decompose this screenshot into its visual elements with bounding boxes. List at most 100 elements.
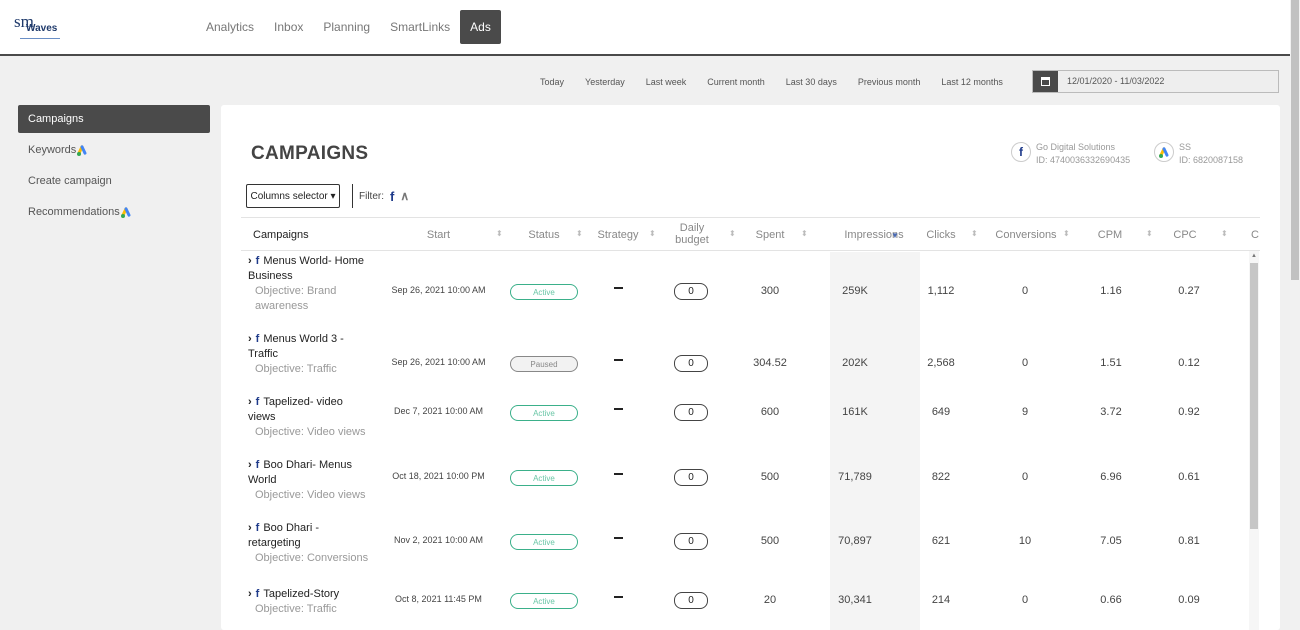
sidebar: Campaigns Keywords Create campaign Recommen… — [18, 105, 210, 229]
facebook-icon: f — [255, 459, 260, 471]
table-row[interactable]: › f Tapelized-Story Objective: Traffic Oct 8… — [241, 587, 1249, 630]
sidebar-item-create-campaign[interactable]: Create campaign — [18, 167, 210, 195]
smwaves-logo[interactable]: sm Waves — [14, 12, 74, 44]
date-preset-last-week[interactable]: Last week — [646, 77, 687, 87]
campaign-cell: › f Tapelized- video views Objective: Video… — [248, 395, 373, 440]
date-preset-last-12-months[interactable]: Last 12 months — [941, 77, 1003, 87]
calendar-button[interactable] — [1033, 71, 1058, 92]
column-header-campaigns[interactable]: Campaigns — [241, 218, 376, 251]
campaign-name-text: Tapelized-Story — [263, 588, 340, 600]
sort-icon[interactable]: ⬍ — [576, 229, 583, 238]
daily-budget-input[interactable]: 0 — [674, 355, 708, 372]
facebook-icon: f — [255, 522, 260, 534]
expand-chevron-icon[interactable]: › — [248, 396, 252, 408]
impressions-value: 161K — [842, 406, 868, 418]
cpc-value: 0.27 — [1178, 285, 1200, 297]
sort-icon[interactable]: ⬍ — [1146, 229, 1153, 238]
campaign-name[interactable]: › f Boo Dhari- Menus World — [248, 458, 373, 488]
expand-chevron-icon[interactable]: › — [248, 333, 252, 345]
column-header-daily-budget[interactable]: Daily budget — [672, 217, 712, 250]
campaign-name-text: Menus World 3 - Traffic — [248, 333, 344, 360]
conversions-value: 10 — [1018, 535, 1032, 547]
status-badge[interactable]: Active — [510, 284, 578, 300]
campaign-name-text: Tapelized- video views — [248, 396, 343, 423]
status-badge[interactable]: Paused — [510, 356, 578, 372]
sidebar-item-label: Recommendations — [28, 206, 120, 218]
campaign-name[interactable]: › f Tapelized-Story — [248, 587, 373, 602]
sort-icon[interactable]: ⬍ — [801, 229, 808, 238]
nav-inbox[interactable]: Inbox — [264, 10, 313, 44]
date-preset-today[interactable]: Today — [540, 77, 564, 87]
campaign-name-text: Boo Dhari- Menus World — [248, 459, 352, 486]
start-date: Oct 18, 2021 10:00 PM — [392, 471, 485, 481]
sort-icon[interactable]: ⬍ — [971, 229, 978, 238]
table-row[interactable]: › f Menus World 3 - Traffic Objective: Traf… — [241, 332, 1249, 392]
daily-budget-input[interactable]: 0 — [674, 469, 708, 486]
start-date: Nov 2, 2021 10:00 AM — [393, 535, 484, 545]
date-preset-previous-month[interactable]: Previous month — [858, 77, 921, 87]
date-range-picker[interactable]: 12/01/2020 - 11/03/2022 — [1032, 70, 1279, 93]
nav-analytics[interactable]: Analytics — [196, 10, 264, 44]
daily-budget-input[interactable]: 0 — [674, 283, 708, 300]
sidebar-item-label: Keywords — [28, 144, 77, 156]
table-row[interactable]: › f Tapelized- video views Objective: Video… — [241, 395, 1249, 455]
campaign-objective: Objective: Video views — [255, 426, 366, 438]
status-badge[interactable]: Active — [510, 470, 578, 486]
daily-budget-input[interactable]: 0 — [674, 404, 708, 421]
window-scrollbar[interactable] — [1290, 0, 1300, 630]
status-badge[interactable]: Active — [510, 534, 578, 550]
campaign-name[interactable]: › f Boo Dhari - retargeting — [248, 521, 373, 551]
sort-icon[interactable]: ⬍ — [496, 229, 503, 238]
column-header-start[interactable]: Start — [391, 218, 486, 251]
window-scroll-thumb[interactable] — [1291, 0, 1299, 280]
expand-chevron-icon[interactable]: › — [248, 459, 252, 471]
expand-chevron-icon[interactable]: › — [248, 588, 252, 600]
sort-icon[interactable]: ⬍ — [1063, 229, 1070, 238]
campaign-name[interactable]: › f Menus World 3 - Traffic — [248, 332, 373, 362]
sidebar-item-campaigns[interactable]: Campaigns — [18, 105, 210, 133]
nav-ads[interactable]: Ads — [460, 10, 501, 44]
table-scrollbar[interactable]: ▲ — [1249, 251, 1259, 630]
campaign-name[interactable]: › f Tapelized- video views — [248, 395, 373, 425]
daily-budget-input[interactable]: 0 — [674, 533, 708, 550]
column-header-cpm[interactable]: CPM — [1081, 218, 1139, 251]
date-preset-yesterday[interactable]: Yesterday — [585, 77, 625, 87]
sidebar-item-keywords[interactable]: Keywords — [18, 136, 210, 164]
column-header-conversions[interactable]: Conversions — [981, 218, 1071, 251]
sidebar-item-recommendations[interactable]: Recommendations — [18, 198, 210, 226]
status-badge[interactable]: Active — [510, 405, 578, 421]
table-scroll-thumb[interactable] — [1250, 263, 1258, 529]
expand-chevron-icon[interactable]: › — [248, 522, 252, 534]
column-header-status[interactable]: Status — [511, 218, 577, 251]
column-header-clicks[interactable]: Clicks — [906, 218, 976, 251]
date-range-value[interactable]: 12/01/2020 - 11/03/2022 — [1058, 71, 1164, 92]
daily-budget-input[interactable]: 0 — [674, 592, 708, 609]
sort-desc-icon[interactable]: ▼ — [891, 231, 899, 240]
expand-chevron-icon[interactable]: › — [248, 255, 252, 267]
sort-icon[interactable]: ⬍ — [649, 229, 656, 238]
nav-planning[interactable]: Planning — [313, 10, 380, 44]
cpm-value: 1.51 — [1100, 357, 1122, 369]
table-row[interactable]: › f Boo Dhari - retargeting Objective: Conv… — [241, 521, 1249, 581]
column-header-c[interactable]: C — [1250, 218, 1260, 251]
table-row[interactable]: › f Menus World- Home Business Objective: B… — [241, 254, 1249, 314]
campaign-name[interactable]: › f Menus World- Home Business — [248, 254, 373, 284]
filter-google-ads-icon[interactable]: ∧ — [400, 189, 409, 203]
date-preset-last-30-days[interactable]: Last 30 days — [786, 77, 837, 87]
spent-value: 500 — [760, 471, 780, 483]
filter-facebook-icon[interactable]: f — [390, 189, 394, 204]
conversions-value: 0 — [1021, 285, 1029, 297]
status-badge[interactable]: Active — [510, 593, 578, 609]
campaign-cell: › f Boo Dhari- Menus World Objective: Video… — [248, 458, 373, 503]
table-row[interactable]: › f Boo Dhari- Menus World Objective: Video… — [241, 458, 1249, 518]
campaign-cell: › f Menus World- Home Business Objective: B… — [248, 254, 373, 314]
columns-selector-dropdown[interactable]: Columns selector ▾ — [246, 184, 340, 208]
start-date: Sep 26, 2021 10:00 AM — [391, 285, 486, 295]
column-header-cpc[interactable]: CPC — [1156, 218, 1214, 251]
nav-smartlinks[interactable]: SmartLinks — [380, 10, 460, 44]
column-header-strategy[interactable]: Strategy — [585, 218, 651, 251]
scroll-up-arrow-icon[interactable]: ▲ — [1251, 253, 1257, 259]
column-header-spent[interactable]: Spent — [735, 218, 805, 251]
sort-icon[interactable]: ⬍ — [1221, 229, 1228, 238]
date-preset-current-month[interactable]: Current month — [707, 77, 765, 87]
